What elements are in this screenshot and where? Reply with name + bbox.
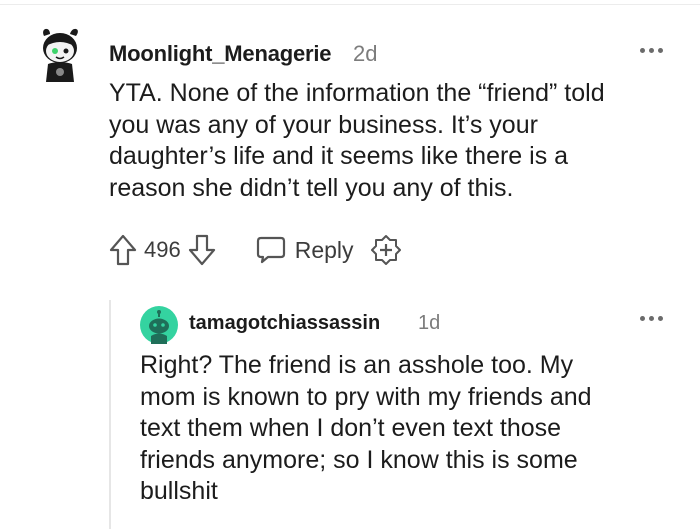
reply-line: friends anymore; so I know this is some: [140, 445, 578, 474]
downvote-arrow-icon[interactable]: [187, 233, 217, 267]
more-options-icon[interactable]: [640, 46, 668, 56]
top-divider: [0, 0, 700, 5]
user-avatar[interactable]: [36, 24, 84, 84]
reply-author[interactable]: tamagotchiassassin: [189, 312, 380, 335]
reply-body: Right? The friend is an asshole too. My …: [140, 350, 680, 508]
add-award-icon[interactable]: [370, 234, 402, 266]
reply-line: Right? The friend is an asshole too. My: [140, 351, 574, 379]
user-avatar[interactable]: [140, 306, 178, 344]
comment-body: YTA. None of the information the “friend…: [109, 78, 679, 204]
comment-author[interactable]: Moonlight_Menagerie: [109, 41, 332, 67]
reply-line: text them when I don’t even text those: [140, 414, 562, 442]
thread-line[interactable]: [109, 300, 111, 529]
comment-line: daughter’s life and it seems like there …: [109, 142, 569, 170]
comment-line: reason she didn’t tell you any of this.: [109, 173, 514, 202]
reply-line: mom is known to pry with my friends and: [140, 382, 592, 411]
comment-actions: 496 Reply: [108, 230, 402, 270]
reply-button[interactable]: Reply: [255, 235, 354, 265]
comment-line: you was any of your business. It’s your: [109, 110, 538, 139]
reply-line: bullshit: [140, 477, 218, 505]
reply-age: 1d: [418, 312, 441, 334]
upvote-arrow-icon[interactable]: [108, 233, 138, 267]
more-options-icon[interactable]: [640, 314, 668, 324]
speech-bubble-icon: [256, 236, 285, 264]
vote-score: 496: [144, 237, 181, 262]
reply-label: Reply: [294, 236, 354, 263]
comment-age: 2d: [353, 41, 378, 66]
comment-line: YTA. None of the information the “friend…: [109, 79, 605, 107]
